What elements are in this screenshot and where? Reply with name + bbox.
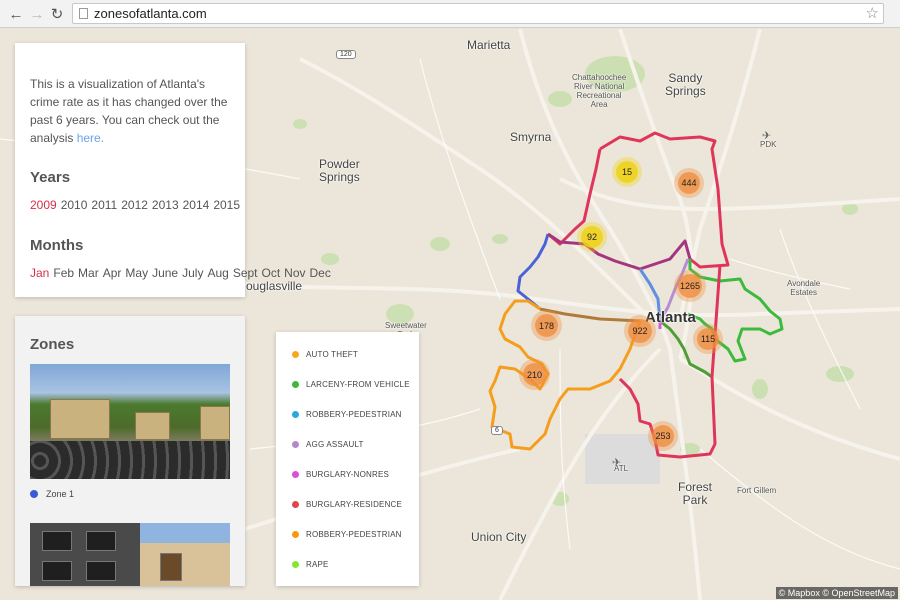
- address-bar[interactable]: zonesofatlanta.com ☆: [72, 3, 884, 24]
- route-120-shield: 120: [336, 50, 356, 59]
- legend-label: BURGLARY-NONRES: [306, 470, 390, 479]
- zone-item[interactable]: Zone 1: [30, 489, 74, 499]
- legend-item[interactable]: AUTO THEFT: [292, 350, 358, 359]
- place-atl: ATL: [614, 464, 629, 473]
- month-option[interactable]: Jan: [30, 266, 49, 280]
- month-option[interactable]: Dec: [310, 266, 331, 280]
- legend-item[interactable]: ROBBERY-PEDESTRIAN: [292, 410, 402, 419]
- legend-color-dot: [292, 381, 299, 388]
- month-option[interactable]: Oct: [262, 266, 281, 280]
- place-fort-gillem: Fort Gillem: [737, 486, 777, 495]
- legend-label: AGG ASSAULT: [306, 440, 364, 449]
- legend-label: ROBBERY-PEDESTRIAN: [306, 530, 402, 539]
- zone-label: Zone 1: [46, 489, 75, 499]
- analysis-link[interactable]: here.: [77, 131, 104, 145]
- legend-color-dot: [292, 471, 299, 478]
- year-option[interactable]: 2010: [61, 198, 88, 212]
- place-douglasville: ouglasville: [246, 279, 303, 293]
- place-union-city: Union City: [471, 530, 527, 544]
- year-option[interactable]: 2013: [152, 198, 179, 212]
- month-option[interactable]: Apr: [103, 266, 122, 280]
- map-attribution[interactable]: © Mapbox © OpenStreetMap: [775, 587, 898, 599]
- place-powder-springs: Powder Springs: [319, 157, 360, 184]
- crime-type-legend: AUTO THEFT LARCENY-FROM VEHICLE ROBBERY-PE…: [276, 332, 419, 586]
- month-option[interactable]: Feb: [53, 266, 74, 280]
- month-option[interactable]: Sept: [233, 266, 258, 280]
- cluster-marker[interactable]: 922: [628, 319, 652, 343]
- year-option[interactable]: 2011: [91, 198, 117, 212]
- legend-label: ROBBERY-PEDESTRIAN: [306, 410, 402, 419]
- month-option[interactable]: May: [125, 266, 148, 280]
- year-option[interactable]: 2015: [213, 198, 240, 212]
- place-avondale: Avondale Estates: [787, 279, 821, 297]
- zone-1-photo[interactable]: [30, 364, 230, 479]
- cluster-marker[interactable]: 178: [535, 314, 558, 337]
- month-option[interactable]: June: [152, 266, 178, 280]
- cluster-marker[interactable]: 444: [678, 172, 700, 194]
- legend-item[interactable]: BURGLARY-RESIDENCE: [292, 500, 402, 509]
- cluster-marker[interactable]: 15: [616, 161, 638, 183]
- cluster-marker[interactable]: 253: [652, 425, 674, 447]
- legend-item[interactable]: LARCENY-FROM VEHICLE: [292, 380, 410, 389]
- back-button[interactable]: ←: [6, 4, 26, 24]
- legend-color-dot: [292, 531, 299, 538]
- legend-item[interactable]: ROBBERY-PEDESTRIAN: [292, 530, 402, 539]
- arrow-left-icon: ←: [8, 5, 24, 23]
- legend-color-dot: [292, 351, 299, 358]
- reload-icon: ↻: [50, 6, 64, 23]
- legend-item[interactable]: RAPE: [292, 560, 329, 569]
- year-option[interactable]: 2012: [121, 198, 148, 212]
- months-heading: Months: [30, 237, 84, 254]
- place-chattahoochee: Chattahoochee River National Recreationa…: [572, 73, 627, 109]
- intro-paragraph: This is a visualization of Atlanta's cri…: [30, 77, 228, 145]
- zone-color-dot: [30, 490, 38, 498]
- legend-label: RAPE: [306, 560, 329, 569]
- month-option[interactable]: Nov: [284, 266, 305, 280]
- legend-color-dot: [292, 441, 299, 448]
- zone-2-photo[interactable]: [30, 523, 230, 586]
- legend-label: BURGLARY-RESIDENCE: [306, 500, 403, 509]
- legend-color-dot: [292, 411, 299, 418]
- legend-label: LARCENY-FROM VEHICLE: [306, 380, 410, 389]
- month-option[interactable]: Mar: [78, 266, 99, 280]
- cluster-marker[interactable]: 210: [523, 363, 546, 386]
- month-selector: Jan Feb Mar Apr May June July Aug Sept Oct Nov Dec: [30, 264, 331, 283]
- place-marietta: Marietta: [467, 38, 511, 52]
- browser-toolbar: ← → ↻ zonesofatlanta.com ☆: [0, 0, 900, 28]
- legend-label: AUTO THEFT: [306, 350, 358, 359]
- info-panel: This is a visualization of Atlanta's cri…: [15, 43, 331, 297]
- page-icon: [79, 8, 88, 19]
- cluster-marker[interactable]: 115: [697, 328, 719, 350]
- years-heading: Years: [30, 169, 71, 186]
- place-sandy-springs: Sandy Springs: [665, 71, 706, 98]
- legend-item[interactable]: AGG ASSAULT: [292, 440, 364, 449]
- place-atlanta: Atlanta: [645, 309, 696, 326]
- intro-text: This is a visualization of Atlanta's cri…: [30, 75, 230, 147]
- legend-color-dot: [292, 561, 299, 568]
- legend-color-dot: [292, 501, 299, 508]
- zones-heading: Zones: [30, 336, 75, 353]
- arrow-right-icon: →: [29, 5, 45, 23]
- month-option[interactable]: Aug: [207, 266, 228, 280]
- cluster-marker[interactable]: 1265: [678, 274, 702, 298]
- year-option[interactable]: 2009: [30, 198, 57, 212]
- forward-button[interactable]: →: [27, 4, 47, 24]
- cluster-marker[interactable]: 92: [581, 226, 603, 248]
- reload-button[interactable]: ↻: [47, 4, 67, 24]
- year-selector: 2009 2010 2011 2012 2013 2014 2015: [30, 196, 240, 215]
- place-forest-park: Forest Park: [678, 480, 713, 507]
- zones-panel: Zones Zone 1: [15, 316, 245, 586]
- place-pdk: PDK: [760, 140, 777, 149]
- star-icon[interactable]: ☆: [866, 4, 879, 22]
- year-option[interactable]: 2014: [183, 198, 210, 212]
- month-option[interactable]: July: [182, 266, 203, 280]
- route-6-shield: 6: [491, 426, 503, 435]
- legend-item[interactable]: BURGLARY-NONRES: [292, 470, 389, 479]
- place-smyrna: Smyrna: [510, 130, 552, 144]
- url-text[interactable]: zonesofatlanta.com: [94, 6, 207, 21]
